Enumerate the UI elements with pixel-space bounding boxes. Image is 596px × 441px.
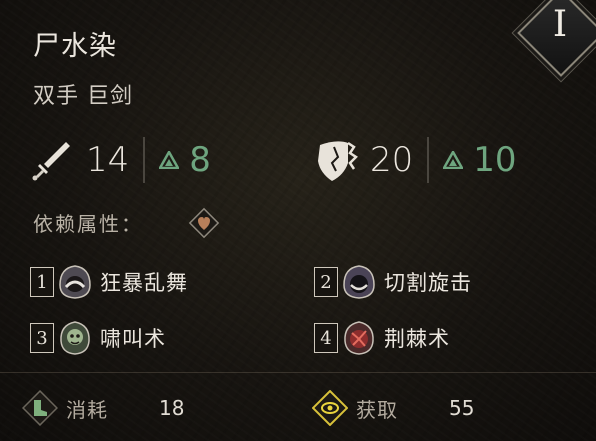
attack-value: 14 — [86, 140, 130, 180]
defense-value: 20 — [370, 140, 414, 180]
skill-slot-1[interactable]: 1 狂暴乱舞 — [30, 263, 188, 301]
thorn-demon-icon — [344, 321, 374, 355]
skill-slot-2[interactable]: 2 切割旋击 — [314, 263, 472, 301]
cost-value: 18 — [159, 396, 185, 420]
skill-slot-number: 1 — [30, 267, 54, 297]
skill-slot-3[interactable]: 3 啸叫术 — [30, 319, 166, 357]
strength-heart-icon[interactable] — [188, 207, 220, 239]
shield-icon — [318, 141, 358, 181]
tier-badge: I — [517, 0, 596, 77]
gain-value: 55 — [449, 396, 475, 420]
defense-stat: 20 10 — [314, 137, 517, 183]
sword-icon — [32, 142, 70, 181]
gain-item: 获取 55 — [312, 390, 474, 426]
ghoul-icon — [60, 321, 90, 355]
upgrade-arrow-icon — [159, 151, 180, 169]
tier-numeral: I — [552, 4, 568, 45]
defense-divider — [427, 137, 430, 183]
attack-divider — [143, 137, 146, 183]
skill-slot-number: 2 — [314, 267, 338, 297]
gain-label: 获取 — [356, 397, 398, 422]
skill-name: 啸叫术 — [100, 327, 166, 351]
skill-slot-number: 4 — [314, 323, 338, 353]
skill-slot-4[interactable]: 4 荆棘术 — [314, 319, 450, 357]
defense-upgrade-value: 10 — [473, 140, 517, 180]
footer-divider — [0, 372, 596, 373]
skill-name: 切割旋击 — [384, 271, 472, 295]
attack-upgrade-value: 8 — [189, 140, 211, 180]
attack-upgrade: 8 — [159, 140, 211, 180]
skill-name: 狂暴乱舞 — [100, 271, 188, 295]
cost-label: 消耗 — [66, 397, 108, 422]
item-type: 双手 巨剑 — [33, 84, 133, 109]
hooded-skull-icon — [59, 265, 91, 299]
item-tooltip-card: 尸水染 双手 巨剑 I 14 8 20 10 依赖属性： 1 狂暴乱舞 2 切割… — [0, 0, 596, 441]
upgrade-arrow-icon — [443, 151, 464, 169]
cost-item: 消耗 18 — [22, 390, 184, 426]
skill-name: 荆棘术 — [384, 327, 450, 351]
attack-stat: 14 8 — [30, 137, 211, 183]
defense-upgrade: 10 — [443, 140, 517, 180]
item-name: 尸水染 — [33, 31, 117, 62]
hooded-face-icon — [343, 265, 375, 299]
eye-diamond-icon — [312, 390, 348, 426]
skill-slot-number: 3 — [30, 323, 54, 353]
dependency-label: 依赖属性： — [33, 212, 143, 236]
boot-icon — [22, 390, 58, 426]
